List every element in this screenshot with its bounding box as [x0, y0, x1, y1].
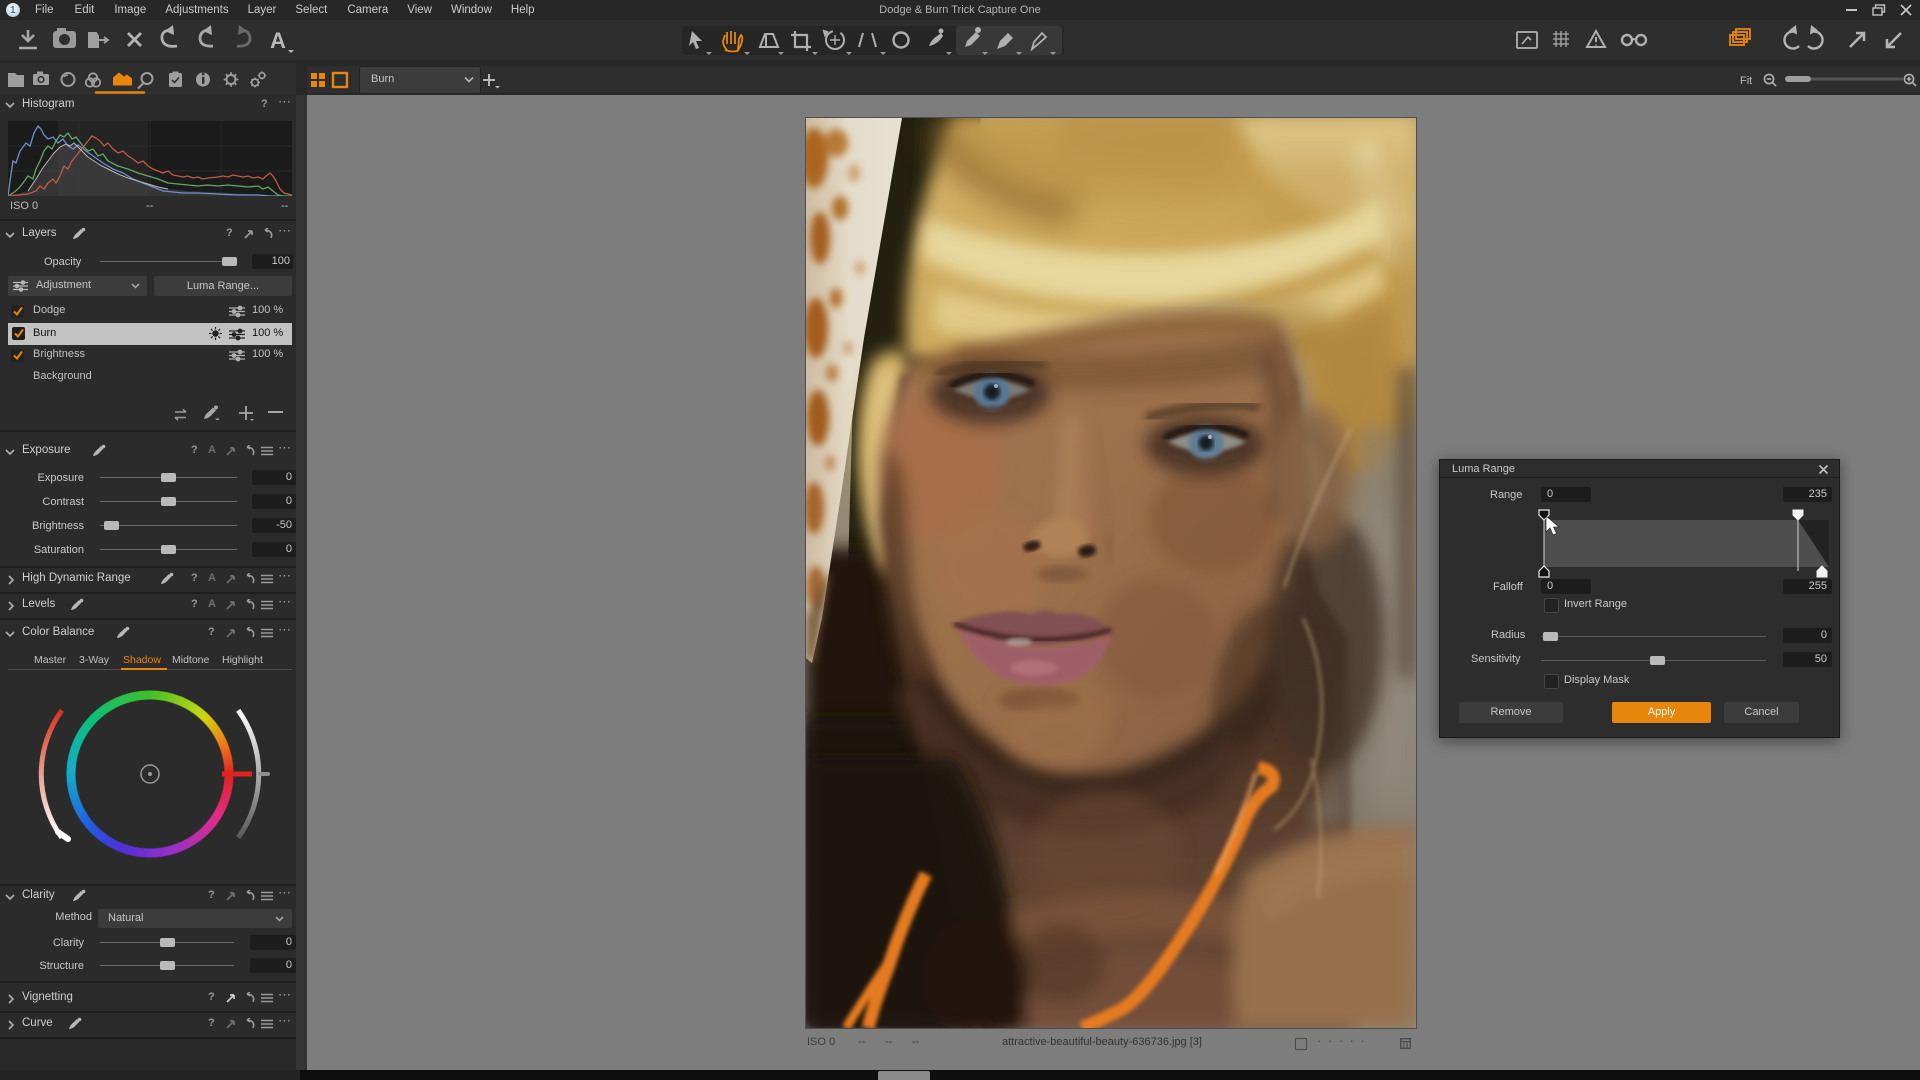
- svg-text:A: A: [270, 28, 286, 53]
- svg-text:Fit: Fit: [1740, 75, 1752, 87]
